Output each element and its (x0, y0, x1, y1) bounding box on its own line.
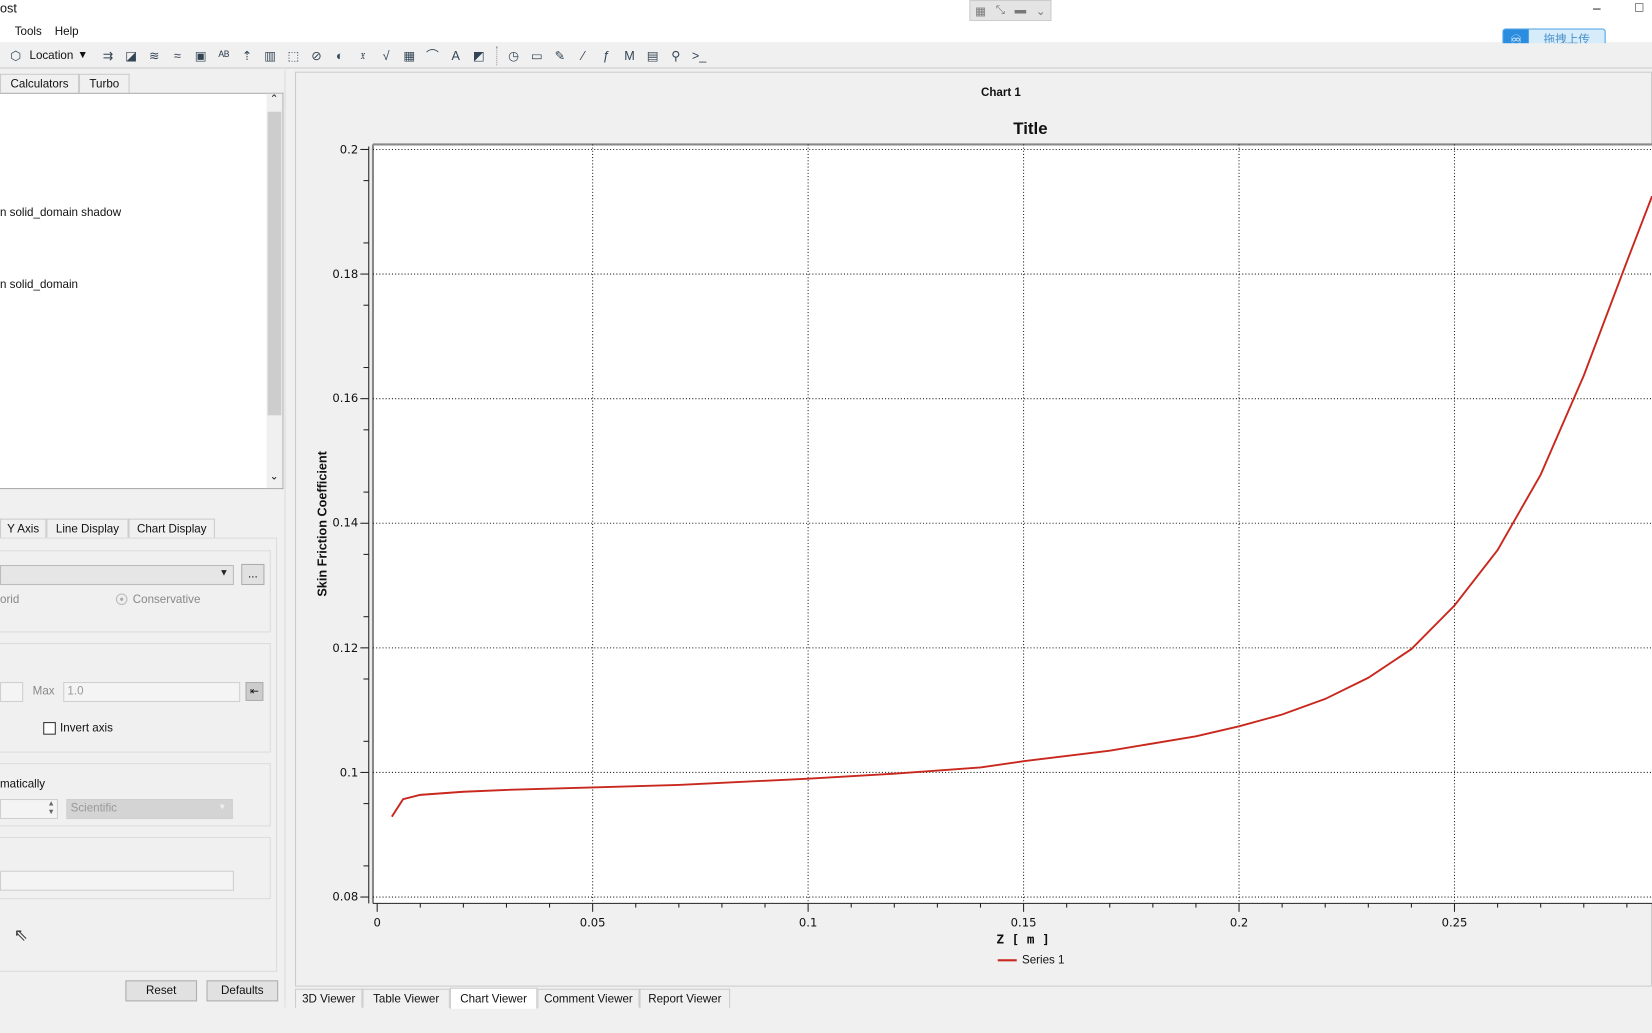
tab-3d-viewer[interactable]: 3D Viewer (295, 988, 363, 1008)
tab-comment-viewer[interactable]: Comment Viewer (537, 988, 640, 1008)
x-tick-label: 0.25 (1441, 916, 1468, 930)
tab-table-viewer[interactable]: Table Viewer (362, 988, 450, 1008)
legend-swatch (997, 959, 1017, 962)
legend-label: Series 1 (1021, 953, 1065, 967)
x-tick-label: 0.15 (1010, 916, 1037, 930)
y-tick-label: 0.1 (339, 765, 359, 780)
x-axis-label: Z [ m ] (996, 931, 1050, 947)
legend: Series 1 (997, 953, 1065, 967)
plot-area (372, 144, 1652, 904)
y-tick-label: 0.2 (339, 142, 359, 157)
y-tick-label: 0.18 (332, 267, 359, 281)
tab-report-viewer[interactable]: Report Viewer (639, 988, 731, 1008)
y-tick-label: 0.08 (332, 890, 359, 904)
x-tick-label: 0.1 (798, 916, 818, 930)
x-tick-label: 0.2 (1229, 916, 1249, 930)
y-axis-label: Skin Friction Coefficient (315, 451, 330, 597)
x-tick-label: 0.05 (579, 916, 606, 930)
chart-plot (360, 143, 1652, 912)
y-tick-label: 0.16 (332, 391, 359, 406)
tab-chart-viewer[interactable]: Chart Viewer (449, 987, 538, 1009)
y-tick-label: 0.12 (332, 640, 359, 655)
x-tick-label: 0 (373, 916, 381, 930)
